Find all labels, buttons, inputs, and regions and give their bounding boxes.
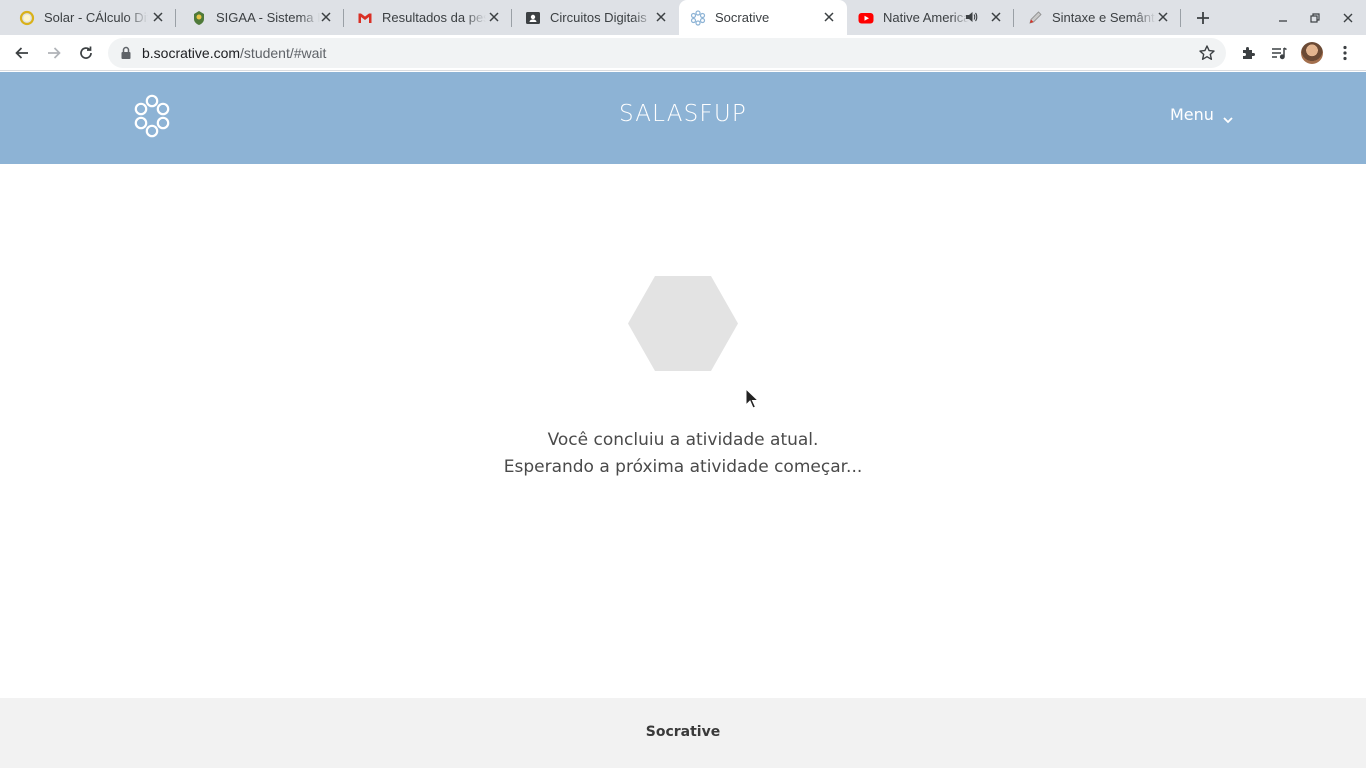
kebab-menu-icon[interactable]: [1333, 41, 1357, 65]
tab-separator: [1180, 9, 1181, 27]
url-path: /student/#wait: [240, 45, 327, 61]
browser-tab-youtube[interactable]: Native American: [847, 0, 1014, 35]
browser-tab-sintaxe[interactable]: Sintaxe e Semântica: [1014, 0, 1181, 35]
browser-tab-gmail[interactable]: Resultados da pesquisa: [344, 0, 512, 35]
tab-title: SIGAA - Sistema Integrado: [216, 10, 320, 25]
socrative-hex-icon: [690, 9, 706, 26]
close-window-icon[interactable]: [1338, 8, 1358, 28]
close-tab-icon[interactable]: [150, 9, 166, 25]
speaker-icon[interactable]: [964, 10, 978, 24]
tab-title: Circuitos Digitais: [550, 10, 647, 25]
mouse-cursor-icon: [745, 387, 760, 410]
youtube-icon: [858, 10, 874, 26]
app-header: SALASFUP Menu: [0, 72, 1366, 164]
profile-avatar[interactable]: [1301, 42, 1323, 64]
lock-icon[interactable]: [120, 46, 132, 60]
close-tab-icon[interactable]: [653, 9, 669, 25]
browser-tab-strip: Solar - CÁlculo Diferencial SIGAA - Sist…: [0, 0, 1366, 35]
restore-icon[interactable]: [1305, 8, 1325, 28]
address-bar[interactable]: b.socrative.com/student/#wait: [108, 38, 1226, 68]
forward-arrow-icon[interactable]: [42, 41, 66, 65]
minimize-icon[interactable]: [1273, 8, 1293, 28]
close-tab-icon[interactable]: [318, 9, 334, 25]
close-tab-icon[interactable]: [821, 9, 837, 25]
browser-tab-socrative[interactable]: Socrative: [679, 0, 847, 35]
new-tab-plus-icon[interactable]: [1193, 8, 1213, 28]
close-tab-icon[interactable]: [486, 9, 502, 25]
media-queue-icon[interactable]: [1267, 41, 1291, 65]
sigaa-crest-icon: [191, 10, 207, 26]
waiting-hexagon-icon: [628, 276, 738, 371]
waiting-message: Esperando a próxima atividade começar...: [503, 457, 863, 477]
footer: Socrative: [0, 698, 1366, 768]
footer-brand: Socrative: [645, 724, 721, 740]
classroom-icon: [525, 10, 541, 26]
browser-tab-classroom[interactable]: Circuitos Digitais: [512, 0, 679, 35]
browser-toolbar: b.socrative.com/student/#wait: [0, 35, 1366, 71]
menu-label: Menu: [1170, 105, 1214, 124]
completion-message: Você concluiu a atividade atual.: [547, 430, 819, 450]
url-text[interactable]: b.socrative.com/student/#wait: [142, 45, 326, 61]
tab-title: Native American: [883, 10, 969, 25]
back-arrow-icon[interactable]: [10, 41, 34, 65]
solar-ring-icon: [19, 10, 35, 26]
room-name: SALASFUP: [619, 101, 747, 127]
browser-tab-solar[interactable]: Solar - CÁlculo Diferencial: [0, 0, 176, 35]
gmail-icon: [357, 10, 373, 26]
tab-title: Socrative: [715, 10, 770, 25]
menu-dropdown[interactable]: Menu: [1170, 105, 1234, 124]
tab-title: Sintaxe e Semântica: [1052, 10, 1156, 25]
chevron-down-icon: [1222, 110, 1234, 123]
reload-icon[interactable]: [74, 41, 98, 65]
tab-title: Resultados da pesquisa: [382, 10, 486, 25]
browser-tab-sigaa[interactable]: SIGAA - Sistema Integrado: [176, 0, 344, 35]
tab-title: Solar - CÁlculo Diferencial: [44, 10, 148, 25]
extensions-puzzle-icon[interactable]: [1236, 41, 1260, 65]
close-tab-icon[interactable]: [988, 9, 1004, 25]
bookmark-star-icon[interactable]: [1198, 44, 1216, 62]
close-tab-icon[interactable]: [1155, 9, 1171, 25]
pen-icon: [1027, 10, 1043, 26]
url-domain: b.socrative.com: [142, 45, 241, 61]
